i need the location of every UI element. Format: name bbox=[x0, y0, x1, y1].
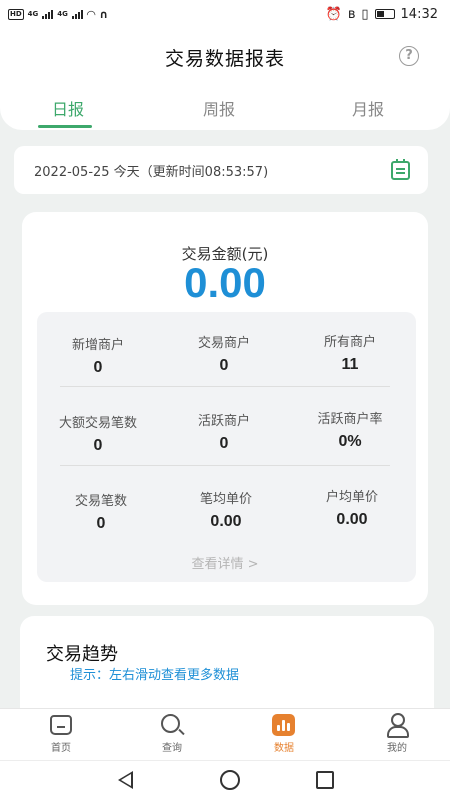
stats-divider bbox=[60, 465, 390, 466]
alarm-icon: ⏰ bbox=[325, 6, 342, 22]
stat-transaction-count: 交易笔数 0 bbox=[36, 490, 166, 533]
help-icon[interactable]: ? bbox=[399, 46, 419, 66]
stat-trading-merchants: 交易商户 0 bbox=[159, 332, 289, 375]
stat-label: 新增商户 bbox=[71, 338, 124, 353]
stat-new-merchants: 新增商户 0 bbox=[33, 334, 163, 377]
calendar-icon[interactable] bbox=[391, 158, 410, 180]
hd-badge: HD bbox=[8, 8, 24, 20]
recent-apps-icon[interactable] bbox=[316, 771, 334, 789]
active-tab-indicator bbox=[38, 125, 92, 128]
nav-label: 查询 bbox=[162, 743, 182, 754]
nav-label: 首页 bbox=[51, 743, 71, 754]
stat-value: 0 bbox=[219, 357, 229, 374]
page-title: 交易数据报表 bbox=[164, 48, 285, 70]
stat-label: 户均单价 bbox=[325, 490, 378, 505]
stat-label: 活跃商户 bbox=[197, 414, 250, 429]
battery-icon bbox=[374, 9, 395, 19]
trend-hint: 提示：左右滑动查看更多数据 bbox=[70, 668, 240, 683]
signal-icon-2 bbox=[71, 9, 83, 19]
stat-label: 交易笔数 bbox=[74, 494, 127, 509]
system-nav-bar bbox=[0, 760, 450, 800]
status-network-indicators: HD 4G 4G ◠ ∩ bbox=[8, 8, 108, 21]
date-text: 2022-05-25 今天（更新时间08:53:57) bbox=[34, 164, 269, 180]
stat-label: 交易商户 bbox=[197, 336, 250, 351]
nav-search[interactable]: 查询 bbox=[142, 709, 202, 761]
tab-daily[interactable]: 日报 bbox=[52, 96, 84, 120]
status-time: 14:32 bbox=[400, 6, 438, 22]
stat-value: 0 bbox=[96, 515, 106, 532]
stat-value: 0.00 bbox=[210, 513, 242, 530]
date-selector[interactable]: 2022-05-25 今天（更新时间08:53:57) bbox=[14, 146, 428, 194]
stat-value: 0 bbox=[219, 435, 229, 452]
stat-all-merchants: 所有商户 11 bbox=[285, 331, 415, 374]
status-bar: HD 4G 4G ◠ ∩ ⏰ ʙ ▯ 14:32 bbox=[0, 0, 450, 28]
tab-monthly[interactable]: 月报 bbox=[352, 96, 384, 120]
headset-icon: ∩ bbox=[99, 7, 109, 21]
stat-label: 活跃商户率 bbox=[317, 412, 383, 427]
stat-value: 11 bbox=[341, 356, 359, 373]
stat-active-rate: 活跃商户率 0% bbox=[285, 408, 415, 451]
nav-profile[interactable]: 我的 bbox=[367, 709, 427, 761]
view-details-link[interactable]: 查看详情 > bbox=[0, 553, 450, 572]
stat-avg-per-merchant: 户均单价 0.00 bbox=[287, 486, 417, 529]
user-icon bbox=[386, 713, 409, 738]
bluetooth-icon: ʙ bbox=[347, 6, 356, 22]
stats-divider bbox=[60, 386, 390, 387]
nav-home[interactable]: 首页 bbox=[31, 709, 91, 761]
stat-value: 0 bbox=[93, 359, 103, 376]
home-icon bbox=[50, 715, 72, 735]
bottom-nav: 首页 查询 数据 我的 bbox=[0, 708, 450, 760]
tab-weekly[interactable]: 周报 bbox=[203, 96, 235, 120]
stat-label: 大额交易笔数 bbox=[58, 416, 137, 431]
home-circle-icon[interactable] bbox=[220, 770, 240, 790]
nav-label: 数据 bbox=[274, 743, 294, 754]
stat-value: 0.00 bbox=[336, 511, 368, 528]
nav-data[interactable]: 数据 bbox=[254, 709, 314, 761]
stat-label: 笔均单价 bbox=[199, 492, 252, 507]
vibrate-icon: ▯ bbox=[361, 6, 369, 22]
trend-title: 交易趋势 bbox=[46, 644, 118, 665]
stat-value: 0% bbox=[338, 433, 362, 450]
network-type-2: 4G bbox=[57, 10, 68, 18]
amount-value: 0.00 bbox=[184, 259, 266, 306]
stat-large-transactions: 大额交易笔数 0 bbox=[33, 412, 163, 455]
data-chart-icon bbox=[272, 714, 295, 736]
status-system-indicators: ⏰ ʙ ▯ 14:32 bbox=[326, 7, 438, 22]
nav-label: 我的 bbox=[387, 743, 407, 754]
network-type-1: 4G bbox=[27, 10, 39, 18]
signal-icon bbox=[42, 9, 54, 19]
search-icon bbox=[161, 714, 180, 733]
back-icon[interactable] bbox=[118, 771, 133, 789]
stat-label: 所有商户 bbox=[323, 335, 376, 350]
wifi-icon: ◠ bbox=[86, 7, 96, 21]
stat-active-merchants: 活跃商户 0 bbox=[159, 410, 289, 453]
stat-value: 0 bbox=[93, 437, 103, 454]
stat-avg-per-transaction: 笔均单价 0.00 bbox=[161, 488, 291, 531]
